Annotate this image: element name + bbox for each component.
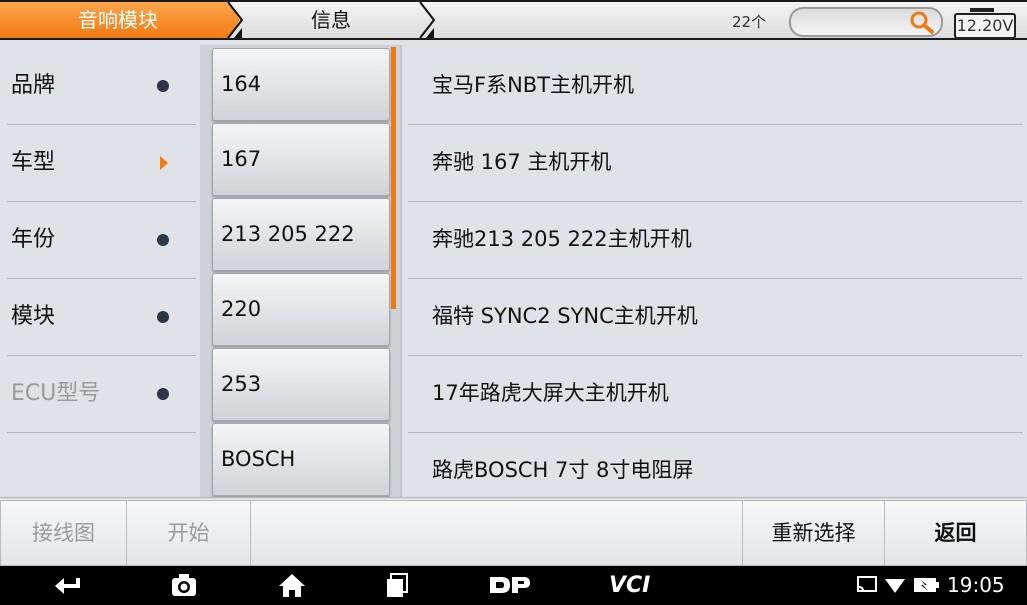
nav-item-label: 年份 — [11, 227, 56, 252]
list-item[interactable]: 福特 SYNC2 SYNC主机开机 — [408, 278, 1023, 356]
function-list: 宝马F系NBT主机开机 奔驰 167 主机开机 奔驰213 205 222主机开… — [400, 45, 1027, 497]
nav-item-module[interactable]: 模块 — [7, 278, 196, 356]
status-dot-icon — [157, 388, 169, 400]
start-button[interactable]: 开始 — [126, 500, 251, 566]
list-item[interactable]: 奔驰 167 主机开机 — [408, 124, 1023, 202]
dp-logo-icon[interactable] — [488, 572, 532, 598]
home-icon[interactable] — [278, 572, 306, 598]
model-button-167[interactable]: 167 — [212, 123, 390, 196]
nav-item-model[interactable]: 车型 — [7, 124, 196, 202]
list-item[interactable]: 17年路虎大屏大主机开机 — [408, 355, 1023, 433]
model-button-164[interactable]: 164 — [212, 48, 390, 121]
wifi-icon — [885, 579, 905, 593]
nav-item-label: 模块 — [11, 304, 56, 329]
action-bar-spacer — [250, 500, 743, 566]
model-button-bosch[interactable]: BOSCH — [212, 423, 390, 496]
search-input[interactable] — [789, 7, 943, 37]
system-nav-bar: VCI 19:05 — [0, 566, 1027, 605]
model-button-253[interactable]: 253 — [212, 348, 390, 421]
tab-audio-module[interactable]: 音响模块 — [0, 2, 240, 38]
current-arrow-icon — [160, 156, 168, 170]
wiring-diagram-button[interactable]: 接线图 — [0, 500, 127, 566]
action-bar: 接线图 开始 重新选择 返回 — [0, 497, 1027, 566]
list-item-label: 奔驰213 205 222主机开机 — [432, 227, 692, 251]
model-button-213-205-222[interactable]: 213 205 222 — [212, 198, 390, 271]
tab-strip: 音响模块 信息 22个 12.20V — [0, 2, 1027, 39]
back-arrow-icon[interactable] — [52, 572, 82, 598]
model-button-220[interactable]: 220 — [212, 273, 390, 346]
top-bar: 音响模块 信息 22个 12.20V — [0, 0, 1027, 40]
nav-item-label: ECU型号 — [11, 381, 101, 406]
reselect-button[interactable]: 重新选择 — [742, 500, 885, 566]
list-item[interactable]: 宝马F系NBT主机开机 — [408, 47, 1023, 125]
status-dot-icon — [157, 234, 169, 246]
list-item-label: 福特 SYNC2 SYNC主机开机 — [432, 304, 698, 328]
result-count: 22个 — [732, 13, 767, 31]
tab-chevron-icon — [419, 2, 436, 38]
nav-item-ecu[interactable]: ECU型号 — [7, 355, 196, 433]
model-list-scrollbar[interactable] — [391, 47, 396, 309]
nav-item-label: 品牌 — [11, 73, 56, 98]
nav-item-year[interactable]: 年份 — [7, 201, 196, 279]
nav-item-label: 车型 — [11, 150, 56, 175]
tab-info[interactable]: 信息 — [226, 2, 436, 38]
list-item-label: 17年路虎大屏大主机开机 — [432, 381, 669, 405]
nav-item-brand[interactable]: 品牌 — [7, 47, 196, 125]
clock: 19:05 — [947, 573, 1005, 597]
cast-icon — [857, 576, 877, 592]
recent-apps-icon[interactable] — [383, 572, 411, 598]
battery-terminal — [970, 8, 994, 12]
vci-label[interactable]: VCI — [609, 566, 650, 605]
model-list[interactable]: 164 167 213 205 222 220 253 BOSCH — [200, 45, 400, 497]
list-item[interactable]: 奔驰213 205 222主机开机 — [408, 201, 1023, 279]
battery-icon — [914, 578, 939, 592]
battery-voltage: 12.20V — [954, 13, 1016, 39]
status-dot-icon — [157, 311, 169, 323]
search-icon[interactable] — [909, 10, 935, 34]
status-dot-icon — [157, 80, 169, 92]
list-item-label: 奔驰 167 主机开机 — [432, 150, 612, 174]
camera-icon[interactable] — [170, 572, 198, 598]
back-button[interactable]: 返回 — [884, 500, 1027, 566]
left-nav: 品牌 车型 年份 模块 ECU型号 — [0, 45, 200, 497]
list-item-label: 宝马F系NBT主机开机 — [432, 73, 635, 97]
